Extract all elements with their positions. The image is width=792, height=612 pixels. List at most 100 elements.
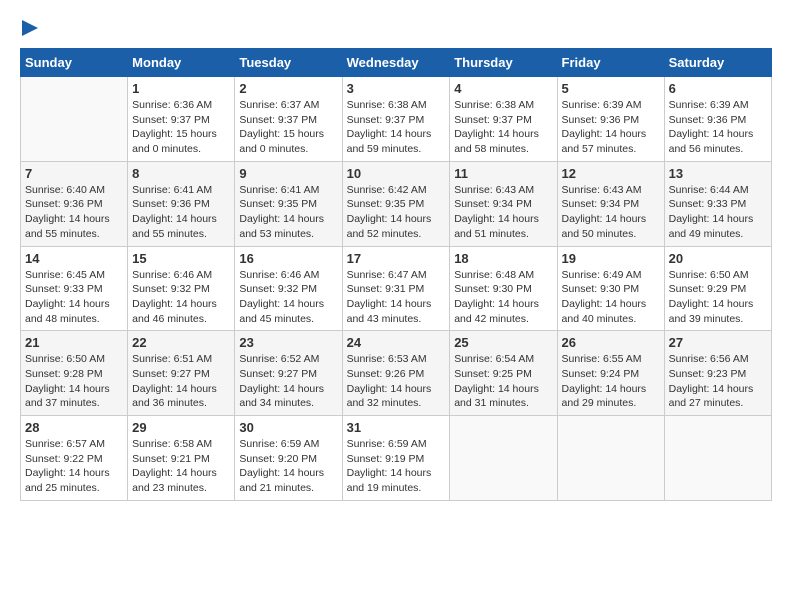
weekday-header-tuesday: Tuesday: [235, 49, 342, 77]
table-row: 6 Sunrise: 6:39 AMSunset: 9:36 PMDaylight…: [664, 77, 771, 162]
day-number: 22: [132, 335, 230, 350]
table-row: 30 Sunrise: 6:59 AMSunset: 9:20 PMDayligh…: [235, 416, 342, 501]
table-row: 23 Sunrise: 6:52 AMSunset: 9:27 PMDayligh…: [235, 331, 342, 416]
day-number: 17: [347, 251, 446, 266]
table-row: 7 Sunrise: 6:40 AMSunset: 9:36 PMDaylight…: [21, 161, 128, 246]
day-number: 4: [454, 81, 552, 96]
day-number: 16: [239, 251, 337, 266]
table-row: 9 Sunrise: 6:41 AMSunset: 9:35 PMDaylight…: [235, 161, 342, 246]
table-row: 21 Sunrise: 6:50 AMSunset: 9:28 PMDayligh…: [21, 331, 128, 416]
page-header: [20, 20, 772, 38]
weekday-header-row: SundayMondayTuesdayWednesdayThursdayFrid…: [21, 49, 772, 77]
table-row: 2 Sunrise: 6:37 AMSunset: 9:37 PMDaylight…: [235, 77, 342, 162]
day-number: 21: [25, 335, 123, 350]
table-row: 24 Sunrise: 6:53 AMSunset: 9:26 PMDayligh…: [342, 331, 450, 416]
day-number: 14: [25, 251, 123, 266]
table-row: 28Sunrise: 6:57 AMSunset: 9:22 PMDayligh…: [21, 416, 128, 501]
day-info: Sunrise: 6:50 AMSunset: 9:28 PMDaylight:…: [25, 352, 123, 411]
day-info: Sunrise: 6:59 AMSunset: 9:19 PMDaylight:…: [347, 437, 446, 496]
day-info: Sunrise: 6:55 AMSunset: 9:24 PMDaylight:…: [562, 352, 660, 411]
calendar-week-row: 21 Sunrise: 6:50 AMSunset: 9:28 PMDayligh…: [21, 331, 772, 416]
day-info: Sunrise: 6:39 AMSunset: 9:36 PMDaylight:…: [562, 98, 660, 157]
day-number: 15: [132, 251, 230, 266]
table-row: 8 Sunrise: 6:41 AMSunset: 9:36 PMDaylight…: [128, 161, 235, 246]
calendar-table: SundayMondayTuesdayWednesdayThursdayFrid…: [20, 48, 772, 501]
day-info: Sunrise: 6:50 AMSunset: 9:29 PMDaylight:…: [669, 268, 767, 327]
table-row: 31 Sunrise: 6:59 AMSunset: 9:19 PMDayligh…: [342, 416, 450, 501]
calendar-week-row: 14 Sunrise: 6:45 AMSunset: 9:33 PMDayligh…: [21, 246, 772, 331]
day-info: Sunrise: 6:48 AMSunset: 9:30 PMDaylight:…: [454, 268, 552, 327]
day-info: Sunrise: 6:53 AMSunset: 9:26 PMDaylight:…: [347, 352, 446, 411]
day-info: Sunrise: 6:57 AMSunset: 9:22 PMDaylight:…: [25, 437, 123, 496]
day-number: 18: [454, 251, 552, 266]
day-number: 27: [669, 335, 767, 350]
day-info: Sunrise: 6:43 AMSunset: 9:34 PMDaylight:…: [562, 183, 660, 242]
table-row: 10 Sunrise: 6:42 AMSunset: 9:35 PMDayligh…: [342, 161, 450, 246]
day-info: Sunrise: 6:38 AMSunset: 9:37 PMDaylight:…: [347, 98, 446, 157]
day-number: 9: [239, 166, 337, 181]
day-info: Sunrise: 6:56 AMSunset: 9:23 PMDaylight:…: [669, 352, 767, 411]
table-row: 14 Sunrise: 6:45 AMSunset: 9:33 PMDayligh…: [21, 246, 128, 331]
table-row: 15Sunrise: 6:46 AMSunset: 9:32 PMDayligh…: [128, 246, 235, 331]
day-info: Sunrise: 6:52 AMSunset: 9:27 PMDaylight:…: [239, 352, 337, 411]
table-row: [21, 77, 128, 162]
calendar-week-row: 28Sunrise: 6:57 AMSunset: 9:22 PMDayligh…: [21, 416, 772, 501]
table-row: 22 Sunrise: 6:51 AMSunset: 9:27 PMDayligh…: [128, 331, 235, 416]
day-number: 10: [347, 166, 446, 181]
table-row: 11 Sunrise: 6:43 AMSunset: 9:34 PMDayligh…: [450, 161, 557, 246]
weekday-header-monday: Monday: [128, 49, 235, 77]
day-number: 6: [669, 81, 767, 96]
calendar-week-row: 7 Sunrise: 6:40 AMSunset: 9:36 PMDaylight…: [21, 161, 772, 246]
day-number: 1: [132, 81, 230, 96]
weekday-header-thursday: Thursday: [450, 49, 557, 77]
day-number: 29: [132, 420, 230, 435]
day-number: 5: [562, 81, 660, 96]
weekday-header-saturday: Saturday: [664, 49, 771, 77]
logo: [20, 20, 38, 38]
day-info: Sunrise: 6:45 AMSunset: 9:33 PMDaylight:…: [25, 268, 123, 327]
day-number: 8: [132, 166, 230, 181]
day-info: Sunrise: 6:47 AMSunset: 9:31 PMDaylight:…: [347, 268, 446, 327]
day-number: 2: [239, 81, 337, 96]
weekday-header-friday: Friday: [557, 49, 664, 77]
day-info: Sunrise: 6:49 AMSunset: 9:30 PMDaylight:…: [562, 268, 660, 327]
day-info: Sunrise: 6:43 AMSunset: 9:34 PMDaylight:…: [454, 183, 552, 242]
day-number: 7: [25, 166, 123, 181]
table-row: 3 Sunrise: 6:38 AMSunset: 9:37 PMDaylight…: [342, 77, 450, 162]
table-row: 20 Sunrise: 6:50 AMSunset: 9:29 PMDayligh…: [664, 246, 771, 331]
day-number: 12: [562, 166, 660, 181]
day-number: 31: [347, 420, 446, 435]
table-row: 25Sunrise: 6:54 AMSunset: 9:25 PMDayligh…: [450, 331, 557, 416]
day-number: 24: [347, 335, 446, 350]
table-row: 16Sunrise: 6:46 AMSunset: 9:32 PMDayligh…: [235, 246, 342, 331]
table-row: 12 Sunrise: 6:43 AMSunset: 9:34 PMDayligh…: [557, 161, 664, 246]
day-info: Sunrise: 6:59 AMSunset: 9:20 PMDaylight:…: [239, 437, 337, 496]
table-row: 4 Sunrise: 6:38 AMSunset: 9:37 PMDaylight…: [450, 77, 557, 162]
day-info: Sunrise: 6:41 AMSunset: 9:35 PMDaylight:…: [239, 183, 337, 242]
table-row: [557, 416, 664, 501]
table-row: 17 Sunrise: 6:47 AMSunset: 9:31 PMDayligh…: [342, 246, 450, 331]
table-row: 19 Sunrise: 6:49 AMSunset: 9:30 PMDayligh…: [557, 246, 664, 331]
day-number: 19: [562, 251, 660, 266]
day-info: Sunrise: 6:40 AMSunset: 9:36 PMDaylight:…: [25, 183, 123, 242]
day-info: Sunrise: 6:38 AMSunset: 9:37 PMDaylight:…: [454, 98, 552, 157]
day-number: 30: [239, 420, 337, 435]
day-number: 11: [454, 166, 552, 181]
day-info: Sunrise: 6:37 AMSunset: 9:37 PMDaylight:…: [239, 98, 337, 157]
day-info: Sunrise: 6:42 AMSunset: 9:35 PMDaylight:…: [347, 183, 446, 242]
calendar-week-row: 1Sunrise: 6:36 AMSunset: 9:37 PMDaylight…: [21, 77, 772, 162]
table-row: 1Sunrise: 6:36 AMSunset: 9:37 PMDaylight…: [128, 77, 235, 162]
day-number: 26: [562, 335, 660, 350]
table-row: 13Sunrise: 6:44 AMSunset: 9:33 PMDayligh…: [664, 161, 771, 246]
day-info: Sunrise: 6:41 AMSunset: 9:36 PMDaylight:…: [132, 183, 230, 242]
logo-arrow-icon: [22, 20, 38, 36]
day-number: 3: [347, 81, 446, 96]
day-number: 23: [239, 335, 337, 350]
table-row: 26 Sunrise: 6:55 AMSunset: 9:24 PMDayligh…: [557, 331, 664, 416]
day-info: Sunrise: 6:58 AMSunset: 9:21 PMDaylight:…: [132, 437, 230, 496]
day-number: 13: [669, 166, 767, 181]
weekday-header-sunday: Sunday: [21, 49, 128, 77]
day-number: 20: [669, 251, 767, 266]
day-info: Sunrise: 6:39 AMSunset: 9:36 PMDaylight:…: [669, 98, 767, 157]
day-info: Sunrise: 6:51 AMSunset: 9:27 PMDaylight:…: [132, 352, 230, 411]
